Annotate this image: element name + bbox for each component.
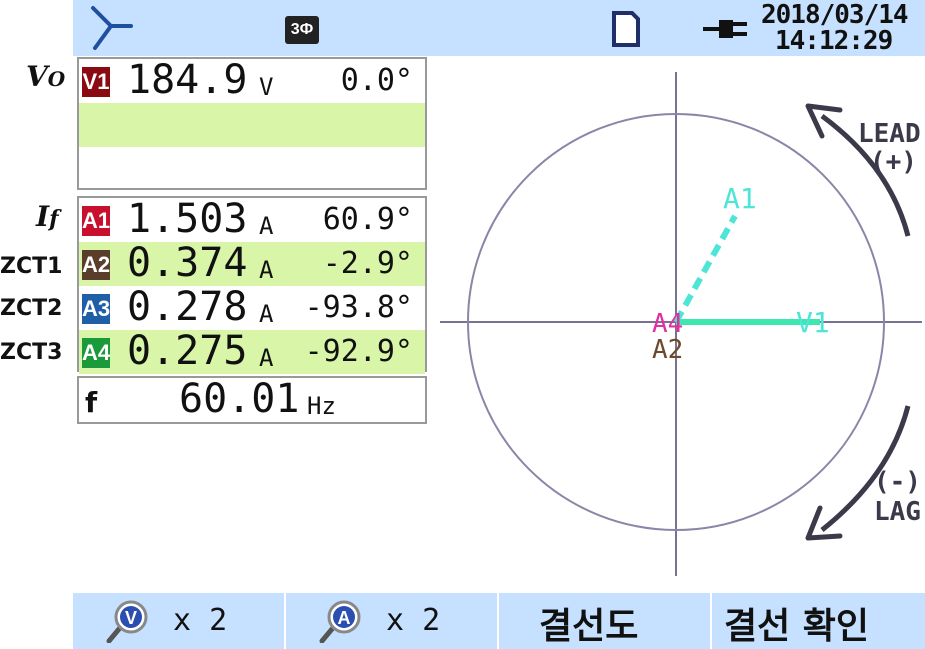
annotation-zct1: ZCT1: [0, 254, 63, 279]
voltage-zoom-label: x 2: [173, 603, 228, 638]
wiring-check-button[interactable]: 결선 확인: [712, 593, 925, 649]
wiring-diagram-label: 결선도: [539, 606, 639, 647]
current-row-a3[interactable]: A3 0.278 A -93.8°: [79, 284, 425, 330]
three-phase-badge-text: 3Ф: [290, 21, 314, 38]
lead-arrowhead-icon: [805, 103, 843, 139]
a3-value: 0.278: [127, 284, 248, 330]
a2-value: 0.374: [127, 240, 248, 286]
lead-label: LEAD: [858, 119, 921, 149]
wiring-check-label: 결선 확인: [724, 606, 870, 647]
lead-sign: (+): [870, 147, 917, 177]
wiring-star-icon: [91, 6, 133, 50]
a1-unit: A: [259, 212, 274, 240]
a2-unit: A: [259, 256, 274, 284]
phasor-label-a1: A1: [723, 182, 757, 215]
voltage-panel: V1 184.9 V 0.0°: [77, 57, 427, 190]
status-bar: 3Ф 2018/03/14 14:12:29: [73, 0, 925, 56]
current-row-a2[interactable]: A2 0.374 A -2.9°: [79, 240, 425, 286]
a3-unit: A: [259, 300, 274, 328]
current-zoom-button[interactable]: A x 2: [286, 593, 499, 649]
a4-value: 0.275: [127, 328, 248, 374]
frequency-value: 60.01: [179, 376, 300, 422]
voltage-row-empty-2: [79, 147, 425, 191]
annotation-v0-main: V: [26, 60, 48, 93]
current-magnifier-letter: A: [338, 608, 351, 628]
lag-sign: (-): [874, 467, 921, 497]
a1-badge: A1: [82, 206, 110, 236]
power-plug-icon: [703, 20, 747, 38]
a3-badge: A3: [82, 294, 110, 324]
lag-label: LAG: [874, 497, 921, 527]
annotation-v0-sub: O: [47, 67, 66, 91]
wiring-diagram-button[interactable]: 결선도: [499, 593, 712, 649]
annotation-zct2: ZCT2: [0, 296, 63, 321]
current-zoom-label: x 2: [386, 603, 441, 638]
a3-angle: -93.8°: [304, 290, 413, 325]
a4-badge: A4: [82, 338, 110, 368]
current-panel: A1 1.503 A 60.9° A2 0.374 A -2.9° A3 0.2…: [77, 196, 427, 374]
sd-card-icon: [612, 11, 640, 47]
annotation-v0: VO: [26, 60, 65, 93]
a2-angle: -2.9°: [322, 246, 413, 281]
frequency-unit: Hz: [307, 392, 336, 420]
phasor-label-a2: A2: [652, 335, 683, 365]
v1-value: 184.9: [127, 57, 248, 103]
v1-badge: V1: [82, 67, 110, 97]
current-row-a4[interactable]: A4 0.275 A -92.9°: [79, 328, 425, 374]
a2-badge: A2: [82, 250, 110, 280]
phasor-a1-line: [673, 214, 738, 324]
frequency-label: f: [85, 386, 98, 419]
a4-angle: -92.9°: [304, 334, 413, 369]
a1-angle: 60.9°: [322, 202, 413, 237]
current-magnifier-icon: A: [319, 600, 361, 643]
voltage-magnifier-icon: V: [106, 600, 148, 643]
status-time: 14:12:29: [775, 26, 893, 56]
a4-unit: A: [259, 344, 274, 372]
v1-angle: 0.0°: [340, 63, 413, 98]
v1-unit: V: [259, 73, 274, 101]
frequency-panel[interactable]: f 60.01 Hz: [77, 376, 427, 424]
three-phase-badge-icon: 3Ф: [285, 16, 319, 44]
phasor-label-v1: V1: [796, 306, 830, 339]
annotation-if-sub: f: [49, 206, 59, 232]
voltage-zoom-button[interactable]: V x 2: [73, 593, 286, 649]
voltage-row-v1[interactable]: V1 184.9 V 0.0°: [79, 57, 425, 103]
current-row-a1[interactable]: A1 1.503 A 60.9°: [79, 196, 425, 242]
annotation-if-main: I: [36, 200, 50, 233]
annotation-if: If: [36, 200, 59, 233]
voltage-row-empty-1: [79, 103, 425, 147]
a1-value: 1.503: [127, 196, 248, 242]
annotation-zct3: ZCT3: [0, 340, 63, 365]
phasor-diagram: V1 A1 A4 A2 LEAD (+) (-) LAG: [440, 72, 922, 576]
lag-arrowhead-icon: [805, 505, 843, 541]
voltage-magnifier-letter: V: [125, 608, 137, 628]
